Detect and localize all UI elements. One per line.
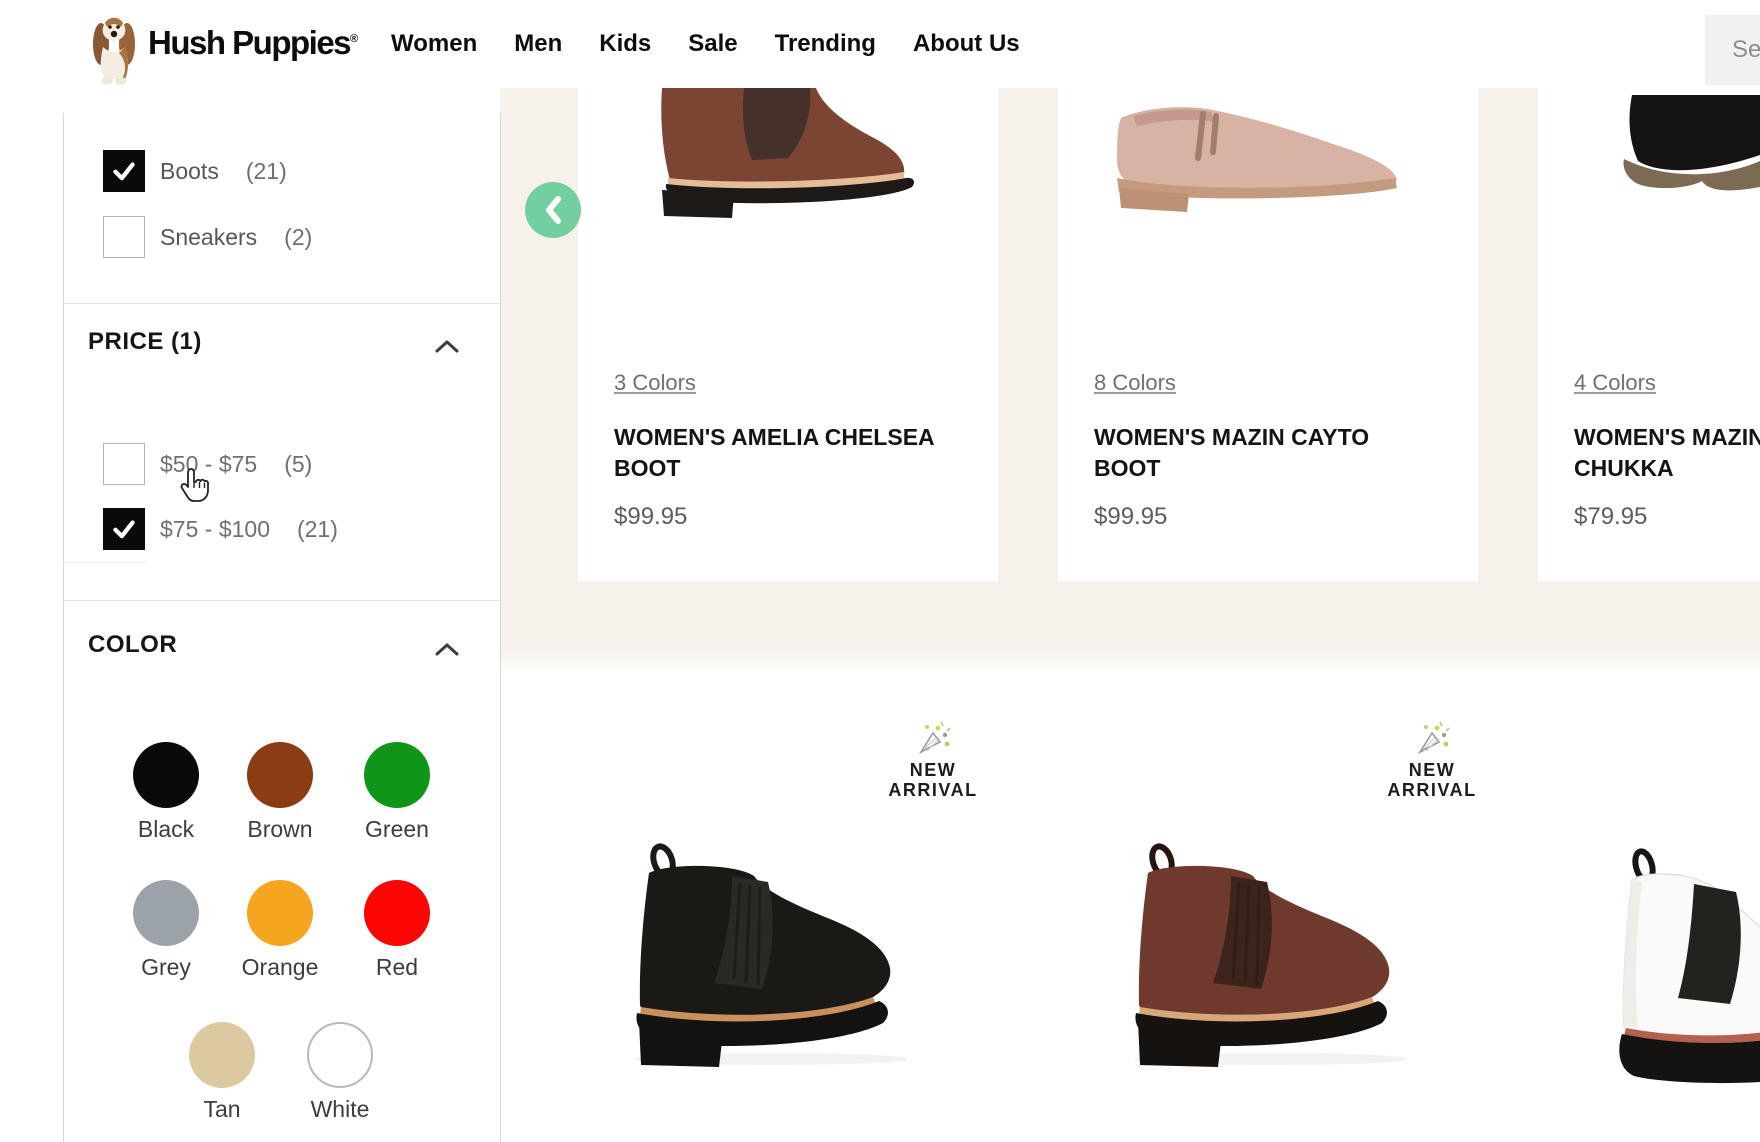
- grey-swatch-circle[interactable]: [133, 880, 199, 946]
- sidebar-divider: [63, 303, 500, 304]
- check-icon: [109, 514, 139, 544]
- hush-puppies-dog-logo[interactable]: [88, 12, 140, 86]
- boots-checkbox[interactable]: [103, 150, 145, 192]
- new-arrival-badge: NEW ARRIVAL: [1362, 718, 1502, 800]
- price-50-75-checkbox[interactable]: [103, 443, 145, 485]
- price-75-100-label: $75 - $100: [160, 516, 270, 543]
- new-arrival-text: ARRIVAL: [1387, 780, 1476, 800]
- sidebar-divider: [63, 600, 500, 601]
- black-chelsea-boot-image[interactable]: [613, 843, 907, 1067]
- price-50-75-count: (5): [284, 451, 312, 478]
- mazin-cayto-title[interactable]: WOMEN'S MAZIN CAYTO BOOT: [1094, 422, 1369, 484]
- swatch-green[interactable]: Green: [347, 742, 447, 843]
- boots-label: Boots: [160, 158, 219, 185]
- filter-sneakers[interactable]: Sneakers (2): [103, 216, 312, 258]
- sneakers-checkbox[interactable]: [103, 216, 145, 258]
- swatch-label: Black: [138, 816, 194, 843]
- prev-button[interactable]: [525, 182, 581, 238]
- swatch-label: White: [311, 1096, 370, 1123]
- nav-links: Women Men Kids Sale Trending About Us: [391, 0, 1020, 88]
- mazin-chukka-price: $79.95: [1574, 503, 1647, 531]
- title-line: WOMEN'S MAZIN: [1574, 422, 1760, 453]
- amelia-title[interactable]: WOMEN'S AMELIA CHELSEA BOOT: [614, 422, 935, 484]
- sneakers-label: Sneakers: [160, 224, 257, 251]
- nav-item-about-us[interactable]: About Us: [913, 30, 1020, 58]
- price-75-100-count: (21): [297, 516, 338, 543]
- chevron-left-icon: [541, 194, 565, 226]
- swatch-grey[interactable]: Grey: [116, 880, 216, 981]
- swatch-label: Green: [365, 816, 429, 843]
- sidebar-partial-divider: [63, 562, 147, 563]
- sneakers-count: (2): [284, 224, 312, 251]
- filter-boots[interactable]: Boots (21): [103, 150, 287, 192]
- swatch-label: Grey: [141, 954, 191, 981]
- trademark-mark: ®: [350, 33, 358, 45]
- white-chelsea-boot-image[interactable]: [1600, 848, 1760, 1084]
- color-collapse-chevron-icon[interactable]: [434, 641, 460, 662]
- new-arrival-text: NEW: [1409, 760, 1456, 780]
- mazin-cayto-boot-image[interactable]: [1103, 96, 1407, 223]
- swatch-red[interactable]: Red: [347, 880, 447, 981]
- swatch-tan[interactable]: Tan: [172, 1022, 272, 1123]
- mazin-cayto-colors-link[interactable]: 8 Colors: [1094, 370, 1176, 396]
- red-swatch-circle[interactable]: [364, 880, 430, 946]
- title-line: BOOT: [614, 453, 935, 484]
- content-background-fade: [500, 650, 1760, 674]
- nav-item-kids[interactable]: Kids: [599, 30, 651, 58]
- boots-count: (21): [246, 158, 287, 185]
- black-swatch-circle[interactable]: [133, 742, 199, 808]
- search-input[interactable]: Se: [1705, 15, 1760, 85]
- brand-logo-text[interactable]: Hush Puppies®: [148, 24, 358, 62]
- title-line: WOMEN'S MAZIN CAYTO: [1094, 422, 1369, 453]
- confetti-icon: [1411, 718, 1453, 760]
- filter-price-50-75[interactable]: $50 - $75 (5): [103, 443, 312, 485]
- amelia-boot-image[interactable]: [648, 88, 925, 222]
- swatch-label: Orange: [242, 954, 319, 981]
- swatch-label: Brown: [247, 816, 312, 843]
- swatch-brown[interactable]: Brown: [230, 742, 330, 843]
- nav-item-trending[interactable]: Trending: [775, 30, 876, 58]
- amelia-colors-link[interactable]: 3 Colors: [614, 370, 696, 396]
- title-line: BOOT: [1094, 453, 1369, 484]
- sidebar-right-border: [500, 113, 501, 1142]
- price-collapse-chevron-icon[interactable]: [434, 338, 460, 359]
- nav-item-sale[interactable]: Sale: [688, 30, 737, 58]
- swatch-black[interactable]: Black: [116, 742, 216, 843]
- tan-swatch-circle[interactable]: [189, 1022, 255, 1088]
- confetti-icon: [912, 718, 954, 760]
- new-arrival-badge: NEW ARRIVAL: [863, 718, 1003, 800]
- price-section-title: PRICE (1): [88, 328, 202, 356]
- sidebar-left-border: [63, 113, 64, 1142]
- mazin-cayto-price: $99.95: [1094, 503, 1167, 531]
- swatch-label: Red: [376, 954, 418, 981]
- title-line: WOMEN'S AMELIA CHELSEA: [614, 422, 935, 453]
- swatch-white[interactable]: White: [290, 1022, 390, 1123]
- brown-chelsea-boot-image[interactable]: [1112, 843, 1406, 1067]
- price-50-75-label: $50 - $75: [160, 451, 257, 478]
- nav-item-women[interactable]: Women: [391, 30, 477, 58]
- price-75-100-checkbox[interactable]: [103, 508, 145, 550]
- swatch-orange[interactable]: Orange: [230, 880, 330, 981]
- white-swatch-circle[interactable]: [307, 1022, 373, 1088]
- amelia-price: $99.95: [614, 503, 687, 531]
- green-swatch-circle[interactable]: [364, 742, 430, 808]
- filter-price-75-100[interactable]: $75 - $100 (21): [103, 508, 338, 550]
- title-line: CHUKKA: [1574, 453, 1760, 484]
- page: Boots (21) Sneakers (2) PRICE (1) $50 - …: [0, 0, 1760, 1142]
- swatch-label: Tan: [203, 1096, 240, 1123]
- nav-item-men[interactable]: Men: [514, 30, 562, 58]
- top-nav: Hush Puppies® Women Men Kids Sale Trendi…: [0, 0, 1760, 88]
- mazin-chukka-colors-link[interactable]: 4 Colors: [1574, 370, 1656, 396]
- check-icon: [109, 156, 139, 186]
- mazin-chukka-title[interactable]: WOMEN'S MAZIN CHUKKA: [1574, 422, 1760, 484]
- orange-swatch-circle[interactable]: [247, 880, 313, 946]
- new-arrival-text: ARRIVAL: [888, 780, 977, 800]
- brown-swatch-circle[interactable]: [247, 742, 313, 808]
- color-section-title: COLOR: [88, 631, 177, 659]
- new-arrival-text: NEW: [910, 760, 957, 780]
- mazin-chukka-image[interactable]: [1588, 95, 1760, 222]
